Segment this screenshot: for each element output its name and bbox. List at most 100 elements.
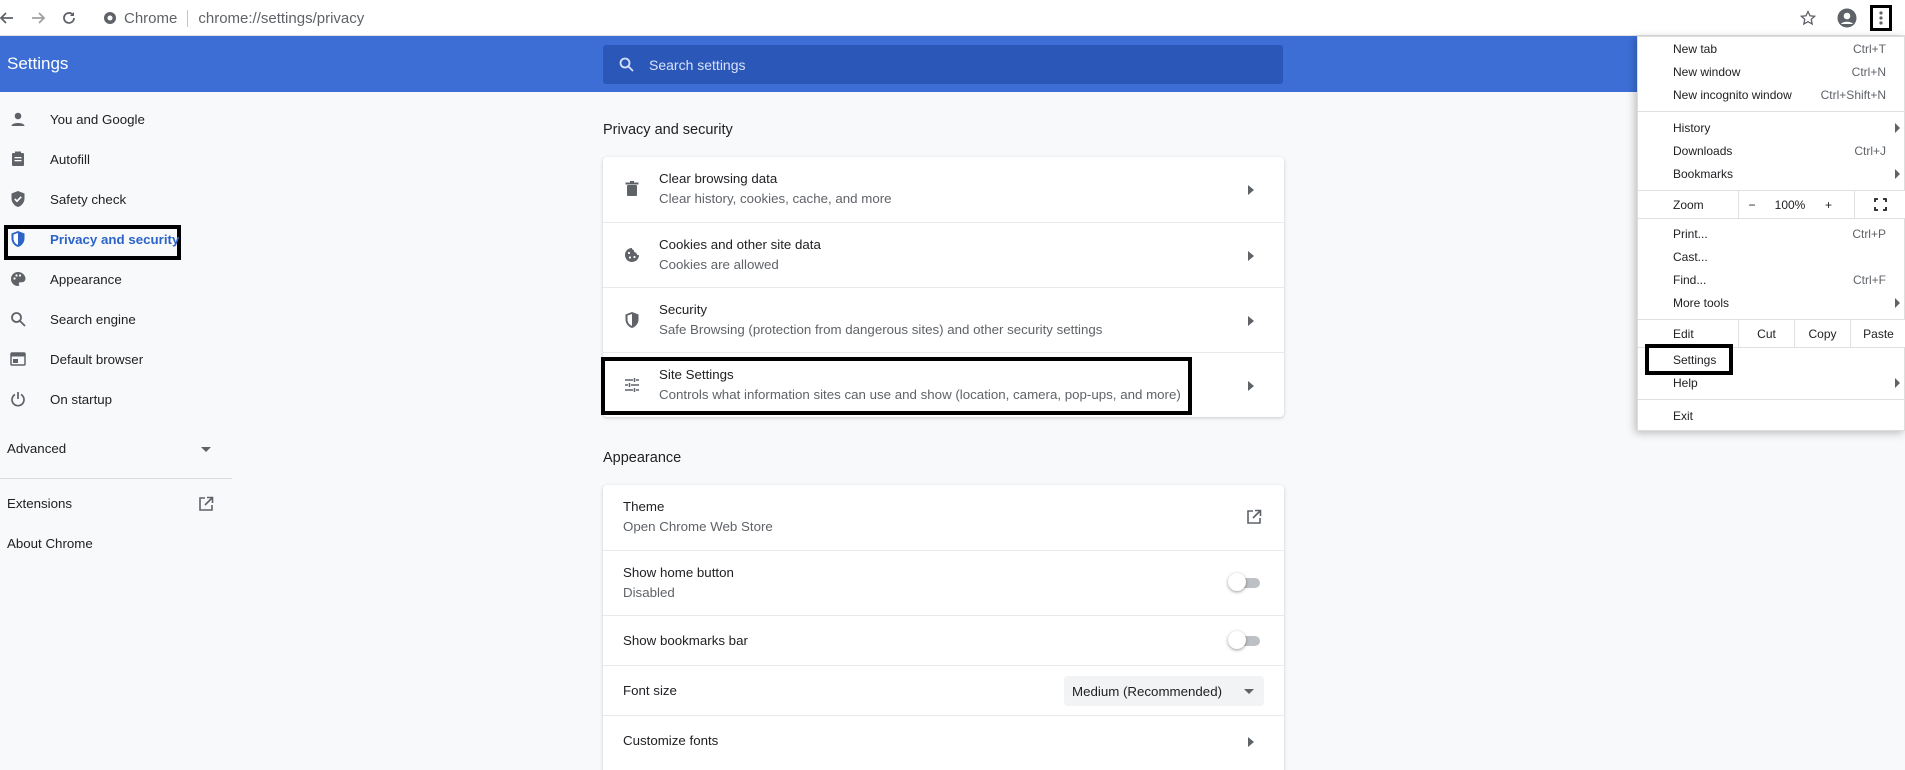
- row-subtitle: Safe Browsing (protection from dangerous…: [659, 322, 1103, 337]
- bookmarks-bar-toggle[interactable]: [1228, 631, 1262, 649]
- menu-item-new-window[interactable]: New window Ctrl+N: [1638, 61, 1905, 84]
- address-bar[interactable]: Chrome chrome://settings/privacy: [88, 4, 1868, 32]
- submenu-arrow-icon: [1895, 169, 1900, 179]
- highlight-settings-menu-item: [1645, 344, 1733, 375]
- submenu-arrow-icon: [1895, 123, 1900, 133]
- power-icon: [8, 389, 28, 409]
- copy-button[interactable]: Copy: [1794, 320, 1850, 347]
- open-in-new-icon[interactable]: [1246, 509, 1262, 530]
- chrome-main-menu: New tab Ctrl+T New window Ctrl+N New incog…: [1637, 36, 1905, 431]
- paste-button[interactable]: Paste: [1850, 320, 1905, 347]
- sidebar-item-about-chrome[interactable]: About Chrome: [0, 530, 232, 558]
- fullscreen-button[interactable]: [1854, 191, 1905, 218]
- browser-icon: [8, 349, 28, 369]
- url-text[interactable]: chrome://settings/privacy: [198, 10, 364, 27]
- search-icon: [8, 309, 28, 329]
- menu-item-new-tab[interactable]: New tab Ctrl+T: [1638, 38, 1905, 61]
- row-customize-fonts[interactable]: Customize fonts: [603, 715, 1284, 765]
- row-show-home-button: Show home button Disabled: [603, 550, 1284, 615]
- fullscreen-icon: [1874, 198, 1887, 211]
- menu-edit-row: Edit Cut Copy Paste: [1638, 320, 1905, 347]
- sidebar-item-label: Safety check: [50, 191, 127, 207]
- sidebar-item-label: Appearance: [50, 271, 122, 287]
- search-icon: [619, 57, 634, 77]
- cookie-icon: [622, 245, 642, 265]
- sidebar-item-on-startup[interactable]: On startup: [8, 379, 228, 419]
- row-title: Security: [659, 302, 708, 317]
- submenu-arrow-icon: [1895, 378, 1900, 388]
- font-size-select[interactable]: Medium (Recommended): [1064, 676, 1264, 706]
- back-button[interactable]: [0, 7, 18, 29]
- bookmark-star-button[interactable]: [1797, 7, 1819, 29]
- highlight-site-settings: [601, 357, 1192, 415]
- star-icon: [1800, 10, 1816, 26]
- appearance-card: Theme Open Chrome Web Store Show home bu…: [603, 485, 1284, 770]
- forward-button[interactable]: [27, 7, 49, 29]
- menu-item-print[interactable]: Print... Ctrl+P: [1638, 223, 1905, 246]
- menu-item-cast[interactable]: Cast...: [1638, 246, 1905, 269]
- menu-item-bookmarks[interactable]: Bookmarks: [1638, 163, 1905, 186]
- zoom-in-button[interactable]: +: [1815, 191, 1842, 218]
- arrow-right-icon: [1246, 183, 1256, 197]
- profile-button[interactable]: [1836, 7, 1858, 29]
- row-font-size: Font size Medium (Recommended): [603, 665, 1284, 715]
- row-clear-browsing-data[interactable]: Clear browsing data Clear history, cooki…: [603, 157, 1284, 222]
- shield-icon: [622, 310, 642, 330]
- chevron-down-icon: [201, 447, 211, 452]
- cut-button[interactable]: Cut: [1738, 320, 1794, 347]
- sidebar-item-safety-check[interactable]: Safety check: [8, 179, 228, 219]
- reload-button[interactable]: [58, 7, 80, 29]
- search-placeholder: Search settings: [649, 56, 746, 73]
- menu-item-more-tools[interactable]: More tools: [1638, 292, 1905, 315]
- sidebar-item-default-browser[interactable]: Default browser: [8, 339, 228, 379]
- menu-separator: [1638, 399, 1905, 400]
- person-icon: [8, 109, 28, 129]
- avatar-icon: [1837, 8, 1857, 28]
- site-name: Chrome: [124, 9, 178, 27]
- row-title: Font size: [623, 683, 677, 698]
- chrome-menu-button[interactable]: [1870, 5, 1892, 31]
- sidebar-item-privacy-and-security[interactable]: Privacy and security: [8, 219, 228, 259]
- menu-item-history[interactable]: History: [1638, 117, 1905, 140]
- menu-item-find[interactable]: Find... Ctrl+F: [1638, 269, 1905, 292]
- reload-icon: [63, 12, 75, 24]
- sidebar-item-extensions[interactable]: Extensions: [0, 490, 232, 518]
- menu-item-help[interactable]: Help: [1638, 372, 1905, 395]
- site-info-icon[interactable]: [103, 11, 117, 29]
- more-vert-icon: [1879, 11, 1883, 25]
- menu-item-exit[interactable]: Exit: [1638, 405, 1905, 428]
- chevron-down-icon: [1244, 689, 1254, 694]
- row-subtitle: Clear history, cookies, cache, and more: [659, 191, 892, 206]
- advanced-toggle[interactable]: Advanced: [0, 427, 232, 475]
- submenu-arrow-icon: [1895, 298, 1900, 308]
- row-subtitle: Open Chrome Web Store: [623, 519, 773, 534]
- sidebar-item-label: You and Google: [50, 111, 145, 127]
- menu-item-new-incognito-window[interactable]: New incognito window Ctrl+Shift+N: [1638, 84, 1905, 107]
- shield-check-icon: [8, 189, 28, 209]
- about-chrome-label: About Chrome: [7, 536, 93, 551]
- search-settings-input[interactable]: Search settings: [603, 45, 1283, 84]
- home-button-toggle[interactable]: [1228, 573, 1262, 591]
- row-title: Show bookmarks bar: [623, 633, 748, 648]
- sidebar-item-autofill[interactable]: Autofill: [8, 139, 228, 179]
- sidebar-item-appearance[interactable]: Appearance: [8, 259, 228, 299]
- menu-item-downloads[interactable]: Downloads Ctrl+J: [1638, 140, 1905, 163]
- row-security[interactable]: Security Safe Browsing (protection from …: [603, 287, 1284, 352]
- section-title-privacy: Privacy and security: [603, 122, 733, 138]
- arrow-right-icon: [1246, 314, 1256, 328]
- zoom-out-button[interactable]: −: [1738, 191, 1765, 218]
- row-title: Theme: [623, 499, 665, 514]
- section-title-appearance: Appearance: [603, 450, 682, 466]
- sidebar-item-you-and-google[interactable]: You and Google: [8, 99, 228, 139]
- arrow-right-icon: [1246, 249, 1256, 263]
- trash-icon: [622, 179, 642, 199]
- row-theme[interactable]: Theme Open Chrome Web Store: [603, 485, 1284, 550]
- row-title: Customize fonts: [623, 733, 719, 748]
- sidebar-divider: [0, 478, 232, 479]
- menu-separator: [1638, 111, 1905, 112]
- row-cookies[interactable]: Cookies and other site data Cookies are …: [603, 222, 1284, 287]
- sidebar-item-label: Privacy and security: [50, 231, 180, 247]
- sidebar-item-search-engine[interactable]: Search engine: [8, 299, 228, 339]
- sidebar-item-label: Autofill: [50, 151, 90, 167]
- back-arrow-icon: [0, 12, 13, 24]
